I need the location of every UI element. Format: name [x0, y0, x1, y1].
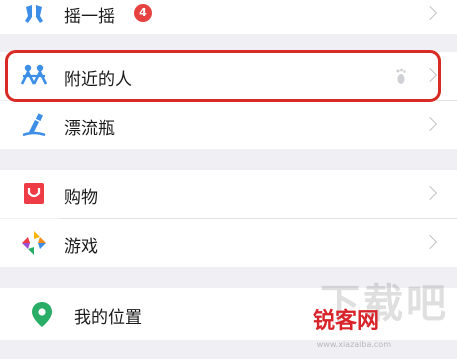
location-pin-icon: [28, 300, 56, 328]
menu-label-my-location: 我的位置: [74, 308, 142, 328]
menu-label-games: 游戏: [64, 237, 98, 257]
chevron-right-icon: [422, 234, 438, 250]
menu-item-my-location[interactable]: 我的位置: [0, 288, 457, 340]
games-icon: [20, 229, 48, 257]
chevron-right-icon: [422, 5, 438, 21]
chevron-right-icon: [422, 116, 438, 132]
drift-bottle-icon: [20, 111, 48, 139]
shopping-bag-icon: [20, 180, 48, 208]
menu-label-nearby: 附近的人: [64, 70, 132, 90]
chevron-right-icon: [422, 185, 438, 201]
shake-icon: [20, 1, 48, 29]
menu-item-games[interactable]: 游戏: [0, 219, 457, 267]
chevron-right-icon: [422, 67, 438, 83]
menu-item-drift-bottle[interactable]: 漂流瓶: [0, 101, 457, 149]
menu-item-shopping[interactable]: 购物: [0, 170, 457, 218]
notification-badge: 4: [134, 4, 152, 22]
menu-label-shake: 摇一摇: [64, 7, 115, 27]
menu-label-shopping: 购物: [64, 188, 98, 208]
menu-item-shake[interactable]: 摇一摇 4: [0, 0, 457, 34]
watermark-url: www.xiazaiba.com: [316, 340, 391, 349]
people-icon: [20, 62, 48, 90]
menu-label-drift-bottle: 漂流瓶: [64, 119, 115, 139]
menu-item-nearby[interactable]: 附近的人: [0, 52, 457, 100]
footprint-icon: [395, 68, 407, 90]
